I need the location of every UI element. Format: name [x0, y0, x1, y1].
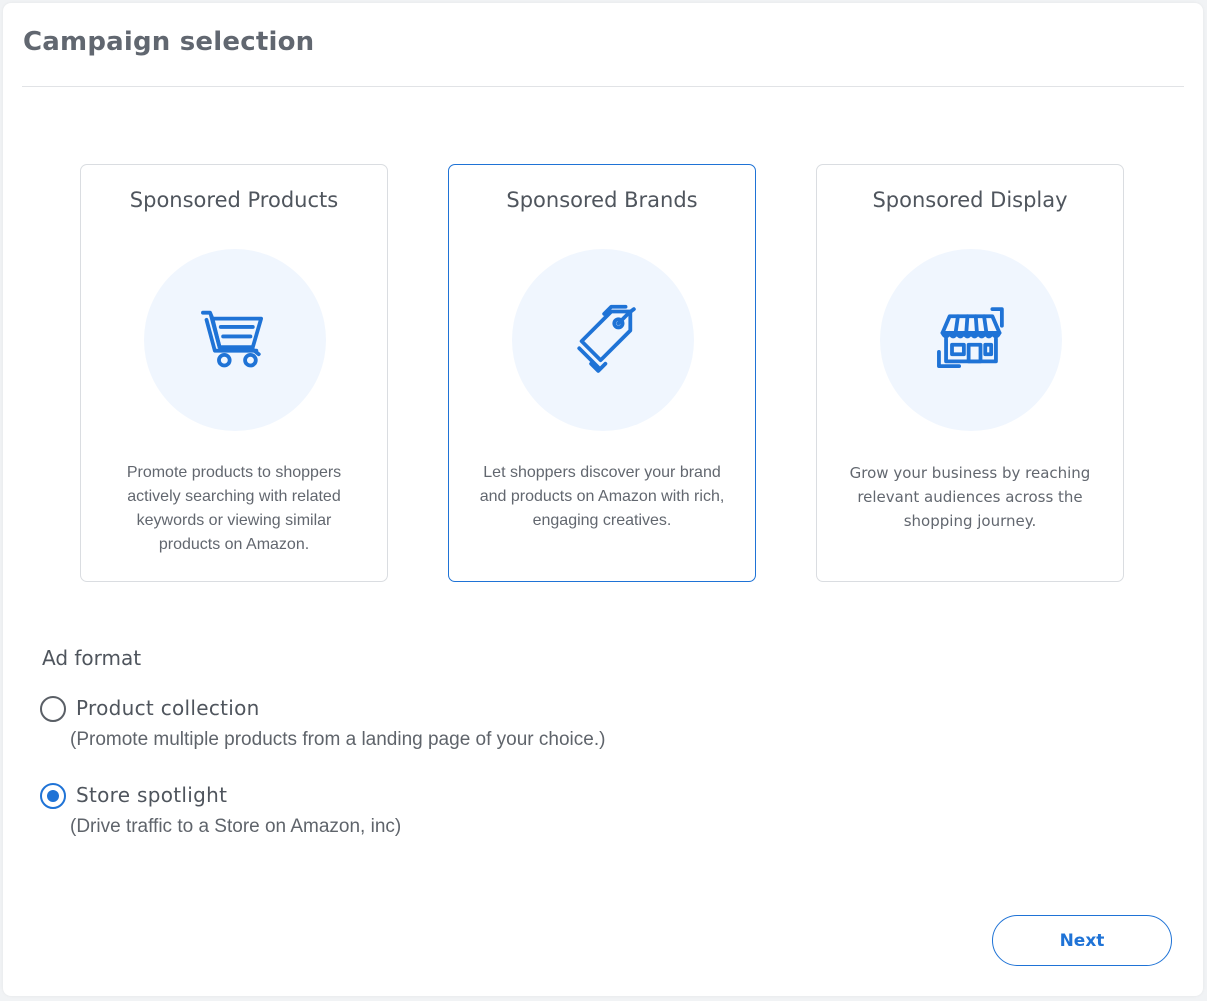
ad-format-title: Ad format: [42, 646, 142, 670]
next-button[interactable]: Next: [992, 915, 1172, 966]
campaign-card-description: Grow your business by reaching relevant …: [849, 464, 1091, 530]
icon-circle: [512, 249, 694, 431]
option-label: Product collection: [76, 696, 260, 720]
price-tag-icon: [577, 304, 636, 373]
ad-format-option-product-collection[interactable]: Product collection (Promote multiple pro…: [40, 693, 740, 753]
campaign-selection-panel: Campaign selection Sponsored Products Pr…: [3, 3, 1203, 996]
option-description: (Promote multiple products from a landin…: [70, 729, 606, 750]
campaign-card-description: Let shoppers discover your brand and pro…: [479, 464, 725, 529]
campaign-card-title: Sponsored Products: [129, 188, 339, 212]
store-spotlight-radio[interactable]: [40, 783, 66, 809]
campaign-card-title: Sponsored Display: [872, 188, 1068, 212]
option-description: (Drive traffic to a Store on Amazon, inc…: [70, 816, 402, 837]
shopping-cart-icon: [201, 310, 264, 368]
icon-circle: [144, 249, 326, 431]
product-collection-radio[interactable]: [40, 696, 66, 722]
campaign-card-description: Promote products to shoppers actively se…: [126, 464, 342, 553]
campaign-card-sponsored-display[interactable]: Sponsored Display Grow your business by …: [816, 164, 1124, 582]
campaign-card-sponsored-products[interactable]: Sponsored Products Promote products to s…: [80, 164, 388, 582]
radio-selected-dot: [47, 790, 59, 802]
storefront-icon: [937, 307, 1004, 369]
icon-circle: [880, 249, 1062, 431]
campaign-card-sponsored-brands[interactable]: Sponsored Brands Let shoppers discover y…: [448, 164, 756, 582]
campaign-card-title: Sponsored Brands: [506, 188, 698, 212]
ad-format-option-store-spotlight[interactable]: Store spotlight (Drive traffic to a Stor…: [40, 780, 740, 840]
page-title: Campaign selection: [23, 27, 315, 57]
option-label: Store spotlight: [76, 783, 228, 807]
title-divider: [22, 86, 1184, 87]
